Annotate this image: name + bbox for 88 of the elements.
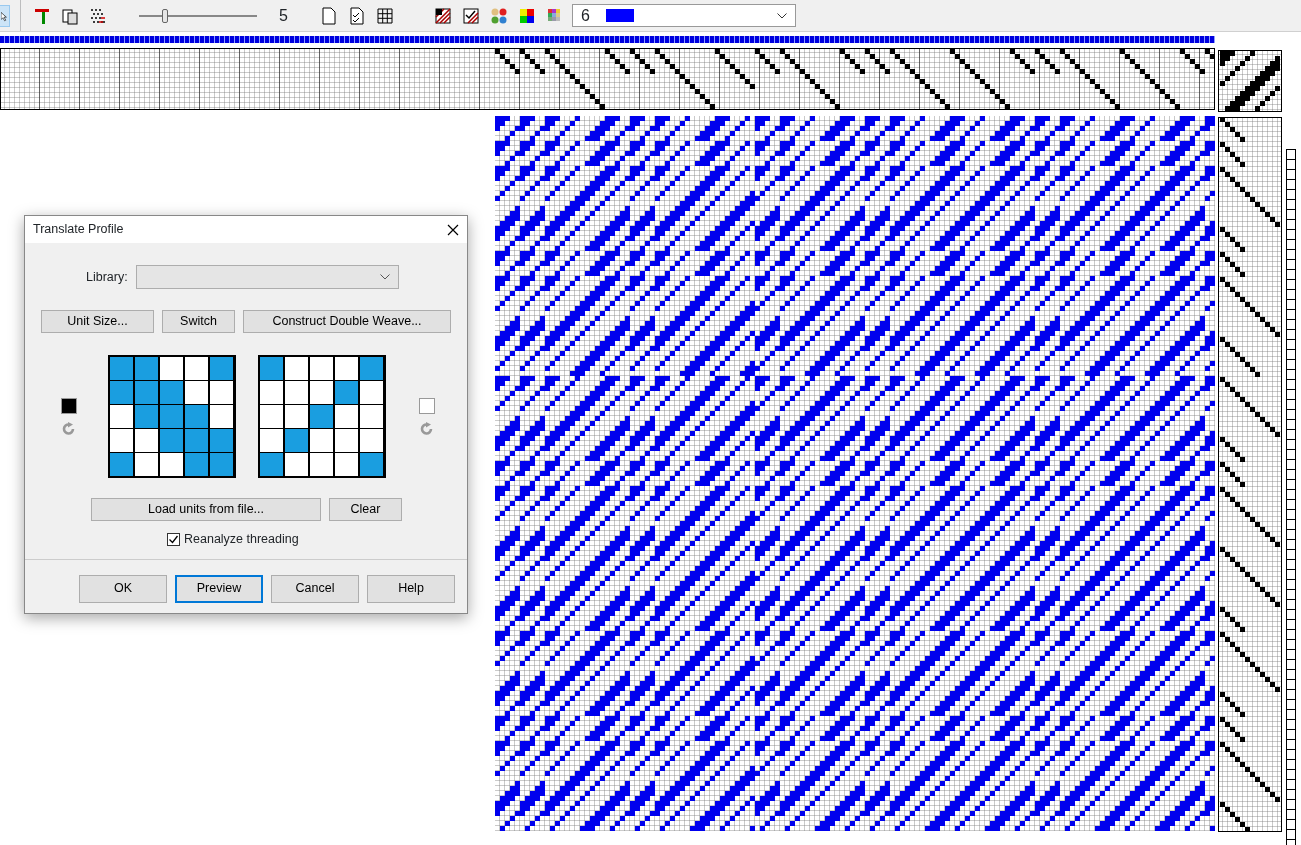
unit-cell[interactable] xyxy=(209,428,234,453)
unit-cell[interactable] xyxy=(334,380,359,405)
unit-cell[interactable] xyxy=(309,452,334,477)
checkmark-icon xyxy=(168,533,179,545)
color-select[interactable]: 6 xyxy=(571,4,796,27)
unit-cell[interactable] xyxy=(309,428,334,453)
dialog-button[interactable]: OK xyxy=(79,574,167,603)
dialog-button[interactable]: Cancel xyxy=(271,574,359,603)
unit-cell[interactable] xyxy=(109,452,134,477)
unit-cell[interactable] xyxy=(359,452,384,477)
unit-cell[interactable] xyxy=(259,428,284,453)
color-swatch[interactable] xyxy=(418,397,435,414)
unit-cell[interactable] xyxy=(184,404,209,429)
unit-cell[interactable] xyxy=(109,428,134,453)
new-page-icon xyxy=(319,6,338,25)
unit-cell[interactable] xyxy=(184,380,209,405)
dialog-title: Translate Profile xyxy=(33,221,124,239)
dialog-button[interactable]: Unit Size... xyxy=(41,310,154,333)
unit-cell[interactable] xyxy=(159,356,184,381)
unit-cell[interactable] xyxy=(309,404,334,429)
unit-cell[interactable] xyxy=(159,428,184,453)
color-number: 6 xyxy=(580,5,590,26)
text-color-tool-icon xyxy=(33,6,51,25)
unit-cell[interactable] xyxy=(359,380,384,405)
treadling-grid-drawing[interactable] xyxy=(1218,117,1282,832)
dialog-button[interactable]: Preview xyxy=(175,574,263,603)
unit-cell[interactable] xyxy=(309,356,334,381)
unit-cell[interactable] xyxy=(184,428,209,453)
grid-icon xyxy=(375,6,394,25)
unit-cell[interactable] xyxy=(359,356,384,381)
unit-cell[interactable] xyxy=(259,380,284,405)
close-icon xyxy=(447,223,459,236)
color-swatch[interactable] xyxy=(60,397,77,414)
dialog-button[interactable]: Construct Double Weave... xyxy=(243,310,451,333)
pointer-tool-button[interactable] xyxy=(0,4,10,27)
unit-cell[interactable] xyxy=(334,404,359,429)
unit-cell[interactable] xyxy=(209,380,234,405)
slider-value: 5 xyxy=(279,5,288,26)
chevron-down-icon xyxy=(776,12,787,19)
unit-cell[interactable] xyxy=(134,380,159,405)
unit-cell[interactable] xyxy=(184,356,209,381)
unit-cell[interactable] xyxy=(159,404,184,429)
unit-cell[interactable] xyxy=(284,380,309,405)
unit-cell[interactable] xyxy=(184,452,209,477)
close-button[interactable] xyxy=(447,223,459,236)
unit-cell[interactable] xyxy=(334,452,359,477)
library-label: Library: xyxy=(86,268,128,286)
color-squares-icon xyxy=(517,6,536,25)
unit-cell[interactable] xyxy=(359,428,384,453)
unit-cell[interactable] xyxy=(259,356,284,381)
copy-tool-icon xyxy=(61,6,79,25)
unit-cell[interactable] xyxy=(209,356,234,381)
unit-cell[interactable] xyxy=(334,356,359,381)
unit-cell[interactable] xyxy=(259,404,284,429)
unit-cell[interactable] xyxy=(134,428,159,453)
tie-up-grid-drawing[interactable] xyxy=(1218,50,1282,112)
threading-grid-drawing[interactable] xyxy=(0,48,1215,110)
unit-cell[interactable] xyxy=(159,380,184,405)
dialog-button[interactable]: Load units from file... xyxy=(91,498,321,521)
unit-cell[interactable] xyxy=(284,428,309,453)
unit-cell[interactable] xyxy=(334,428,359,453)
pattern-tool-icon xyxy=(89,6,107,25)
slider-thumb[interactable] xyxy=(161,8,168,23)
unit-cell[interactable] xyxy=(309,380,334,405)
unit-cell[interactable] xyxy=(109,404,134,429)
color-dots-icon xyxy=(489,6,508,25)
dialog-button[interactable]: Switch xyxy=(162,310,235,333)
checkbox-label[interactable]: Reanalyze threading xyxy=(184,530,299,549)
unit-cell[interactable] xyxy=(284,404,309,429)
dialog-button[interactable]: Clear xyxy=(329,498,402,521)
unit-cell[interactable] xyxy=(134,452,159,477)
checkbox[interactable] xyxy=(167,532,180,546)
unit-cell[interactable] xyxy=(209,404,234,429)
unit-cell[interactable] xyxy=(134,356,159,381)
unit-cell[interactable] xyxy=(284,356,309,381)
chevron-down-icon xyxy=(379,274,390,280)
unit-cell[interactable] xyxy=(359,404,384,429)
checked-page-icon xyxy=(347,6,366,25)
dialog-button[interactable]: Help xyxy=(367,574,455,603)
unit-cell[interactable] xyxy=(284,452,309,477)
hatched-check-icon xyxy=(461,6,480,25)
unit-cell[interactable] xyxy=(259,452,284,477)
unit-cell[interactable] xyxy=(134,404,159,429)
unit-cell[interactable] xyxy=(209,452,234,477)
unit-cell[interactable] xyxy=(109,356,134,381)
unit-cell[interactable] xyxy=(159,452,184,477)
unit-cell[interactable] xyxy=(109,380,134,405)
hatched-grid-icon xyxy=(433,6,452,25)
